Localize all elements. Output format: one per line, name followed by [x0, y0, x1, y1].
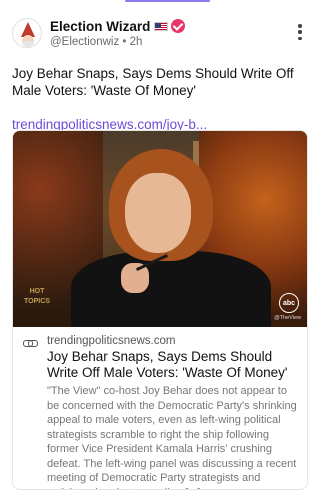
- separator: •: [122, 36, 127, 48]
- link-icon: [23, 337, 38, 349]
- link-preview-card[interactable]: HOT TOPICS abc @TheView trendingpolitics…: [12, 130, 308, 490]
- name-block: Election Wizard @Electionwiz • 2h: [50, 18, 186, 48]
- active-tab-indicator: [125, 0, 210, 2]
- show-logo: HOT TOPICS: [24, 288, 50, 305]
- more-options-icon[interactable]: [298, 24, 302, 40]
- person-face: [125, 173, 191, 253]
- person-body: [71, 251, 271, 327]
- card-domain: trendingpoliticsnews.com: [47, 335, 176, 347]
- timestamp: 2h: [129, 36, 143, 48]
- handle[interactable]: @Electionwiz: [50, 36, 119, 48]
- verified-badge-icon: [171, 19, 186, 33]
- post-text: Joy Behar Snaps, Says Dems Should Write …: [12, 66, 294, 98]
- card-description: "The View" co-host Joy Behar does not ap…: [47, 385, 297, 489]
- card-body: trendingpoliticsnews.com Joy Behar Snaps…: [13, 327, 307, 489]
- network-handle: @TheView: [274, 315, 301, 321]
- card-content: trendingpoliticsnews.com Joy Behar Snaps…: [47, 335, 297, 489]
- us-flag-icon: [154, 21, 169, 31]
- card-title[interactable]: Joy Behar Snaps, Says Dems Should Write …: [47, 349, 297, 381]
- card-image[interactable]: HOT TOPICS abc @TheView: [13, 131, 307, 327]
- network-logo: abc: [279, 293, 299, 313]
- avatar[interactable]: [12, 18, 42, 48]
- handle-row: @Electionwiz • 2h: [50, 36, 185, 48]
- name-row: Election Wizard: [50, 18, 186, 34]
- display-name[interactable]: Election Wizard: [50, 19, 150, 34]
- post-header: Election Wizard @Electionwiz • 2h: [12, 6, 308, 52]
- wizard-beard: [23, 41, 33, 47]
